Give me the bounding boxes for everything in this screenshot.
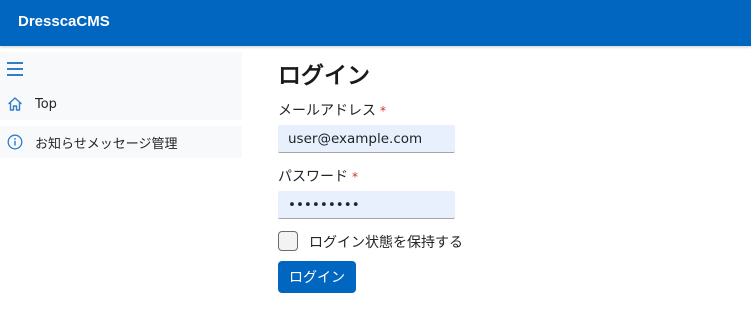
email-label-text: メールアドレス bbox=[278, 103, 376, 119]
password-field[interactable] bbox=[278, 191, 455, 219]
home-icon bbox=[7, 96, 23, 112]
password-label-text: パスワード bbox=[278, 169, 348, 185]
required-mark: * bbox=[352, 170, 358, 184]
remember-me-checkbox[interactable] bbox=[278, 231, 298, 251]
info-icon bbox=[7, 134, 23, 150]
sidebar-item-label: Top bbox=[35, 96, 57, 112]
app-header: DresscaCMS bbox=[0, 0, 751, 46]
required-mark: * bbox=[380, 104, 386, 118]
brand-logo[interactable]: DresscaCMS bbox=[18, 13, 110, 30]
hamburger-icon bbox=[7, 62, 23, 76]
remember-me-label[interactable]: ログイン状態を保持する bbox=[309, 232, 463, 252]
sidebar-item-label: お知らせメッセージ管理 bbox=[35, 136, 178, 152]
email-label: メールアドレス * bbox=[278, 100, 386, 120]
sidebar-item-top[interactable]: Top bbox=[0, 88, 242, 120]
page-title: ログイン bbox=[278, 63, 370, 89]
menu-toggle-button[interactable] bbox=[0, 52, 242, 88]
email-field[interactable] bbox=[278, 125, 455, 153]
sidebar-item-notice-management[interactable]: お知らせメッセージ管理 bbox=[0, 126, 242, 158]
password-label: パスワード * bbox=[278, 166, 358, 186]
login-button[interactable]: ログイン bbox=[278, 261, 356, 293]
